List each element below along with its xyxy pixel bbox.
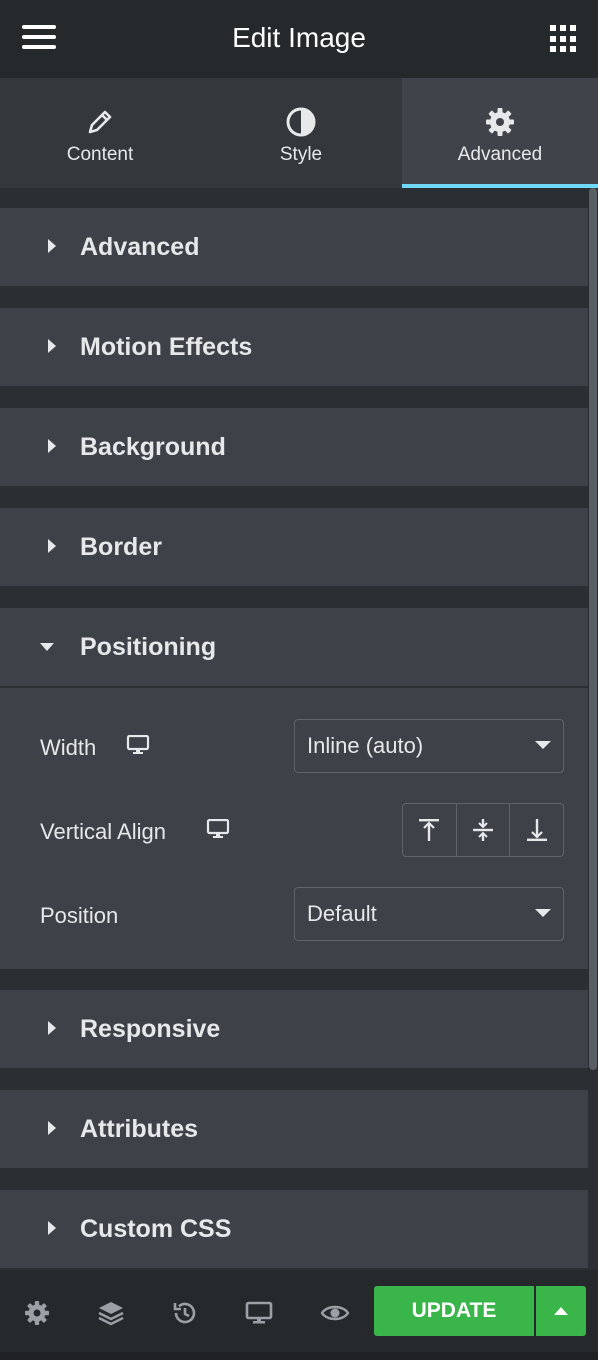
responsive-icon[interactable] [244,1298,274,1328]
section-motion-effects[interactable]: Motion Effects [0,308,588,386]
section-advanced[interactable]: Advanced [0,208,588,286]
section-advanced-label: Advanced [80,233,200,261]
align-middle-icon [473,819,493,841]
editor-tabs: Content Style Advanced [0,78,598,188]
preview-icon[interactable] [320,1298,350,1328]
caret-right-icon [48,1121,56,1135]
panel-footer: UPDATE [0,1270,598,1360]
section-positioning[interactable]: Positioning [0,608,588,686]
update-button[interactable]: UPDATE [374,1286,534,1336]
caret-right-icon [48,1021,56,1035]
section-positioning-label: Positioning [80,633,217,661]
section-background-label: Background [80,433,226,461]
caret-right-icon [48,539,56,553]
caret-right-icon [48,1221,56,1235]
tab-style-label: Style [279,144,323,165]
position-select[interactable]: Default [294,887,564,941]
panel-title: Edit Image [232,22,366,53]
align-bottom-icon [526,819,547,841]
footer-edge [0,1352,598,1360]
section-responsive[interactable]: Responsive [0,990,588,1068]
caret-right-icon [48,439,56,453]
scrollbar-thumb[interactable] [589,188,597,1070]
section-background[interactable]: Background [0,408,588,486]
section-border-label: Border [80,533,162,561]
position-select-value: Default [307,901,377,926]
caret-up-icon [554,1307,568,1315]
half-circle-icon [286,107,316,137]
section-attributes-label: Attributes [80,1115,199,1143]
history-icon[interactable] [170,1298,200,1328]
caret-right-icon [48,239,56,253]
pencil-icon [88,110,112,134]
width-label: Width [40,735,97,760]
caret-right-icon [48,339,56,353]
section-motion-effects-label: Motion Effects [80,333,253,361]
align-middle-button[interactable] [455,804,510,856]
align-top-icon [419,819,440,841]
align-top-button[interactable] [403,804,456,856]
tab-content[interactable]: Content [0,78,200,188]
settings-icon[interactable] [22,1298,52,1328]
width-select[interactable]: Inline (auto) [294,719,564,773]
width-select-value: Inline (auto) [307,733,424,758]
section-attributes[interactable]: Attributes [0,1090,588,1168]
chevron-down-icon [535,909,551,917]
update-options-button[interactable] [536,1286,586,1336]
position-label: Position [40,903,119,928]
align-bottom-button[interactable] [509,804,563,856]
desktop-icon[interactable] [126,735,150,755]
panel-header: Edit Image [0,0,598,78]
section-responsive-label: Responsive [80,1015,221,1043]
desktop-icon[interactable] [206,819,230,839]
vertical-align-label: Vertical Align [40,819,166,844]
vertical-align-choices [402,803,564,857]
chevron-down-icon [535,741,551,749]
gear-icon [486,108,514,136]
tab-style[interactable]: Style [200,78,402,188]
tab-content-label: Content [66,144,134,165]
tab-advanced[interactable]: Advanced [402,78,598,188]
caret-down-icon [40,643,54,651]
section-border[interactable]: Border [0,508,588,586]
section-custom-css-label: Custom CSS [80,1215,232,1243]
section-custom-css[interactable]: Custom CSS [0,1190,588,1268]
tab-advanced-label: Advanced [457,144,543,165]
grid-icon[interactable] [550,25,578,53]
scrollbar[interactable] [588,188,598,1270]
layers-icon[interactable] [96,1298,126,1328]
